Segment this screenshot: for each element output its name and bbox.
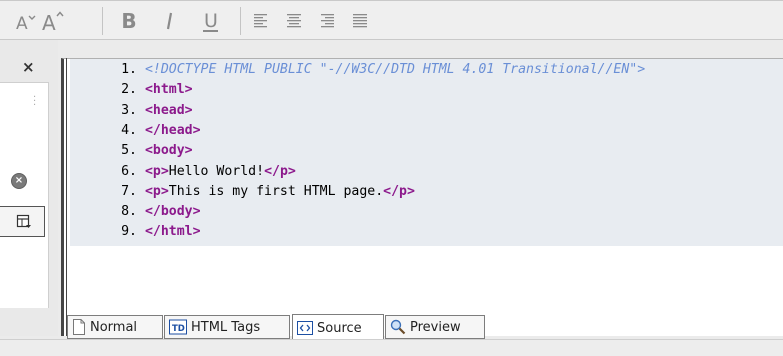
tab-html-tags-label: HTML Tags (191, 319, 261, 335)
svg-text:U: U (204, 10, 218, 32)
align-right-icon (321, 14, 334, 28)
html-tag-token: </p> (383, 183, 415, 199)
line-number: 6. (121, 163, 137, 179)
html-tag-token: </html> (144, 224, 201, 240)
underline-icon: U (203, 10, 218, 32)
td-tag-icon: TD (169, 319, 187, 335)
document-icon (72, 319, 86, 335)
toolbar-separator (240, 7, 241, 35)
tab-html-tags[interactable]: TD HTML Tags (164, 315, 290, 339)
doctype-token: <!DOCTYPE HTML PUBLIC "-//W3C//DTD HTML … (144, 62, 646, 77)
align-center-icon (287, 14, 301, 28)
tab-normal-label: Normal (90, 319, 138, 335)
html-tag-token: <p> (144, 183, 169, 199)
bold-button[interactable]: B (119, 6, 139, 36)
line-number: 4. (121, 122, 137, 138)
increase-font-size-button[interactable]: A (40, 6, 66, 36)
line-number: 5. (121, 143, 137, 159)
text-token: This is my first HTML page. (168, 183, 384, 199)
table-options-button[interactable] (0, 206, 45, 237)
bold-icon: B (121, 9, 137, 33)
align-left-icon (254, 14, 267, 28)
code-line[interactable]: 2. <html> (70, 82, 193, 98)
stop-icon[interactable]: × (11, 173, 27, 189)
svg-text:A: A (16, 14, 28, 32)
line-number: 7. (121, 183, 137, 199)
tab-source[interactable]: Source (292, 314, 384, 341)
html-tag-token: </head> (144, 122, 201, 138)
toolbar-separator (102, 7, 103, 35)
align-right-button[interactable] (316, 6, 338, 36)
html-tag-token: <p> (144, 163, 169, 179)
increase-font-icon: A (42, 11, 64, 33)
underline-button[interactable]: U (200, 6, 222, 36)
tab-preview[interactable]: Preview (385, 315, 485, 339)
html-tag-token: </p> (264, 163, 296, 179)
text-token: Hello World! (168, 163, 265, 179)
line-number: 3. (121, 102, 137, 118)
code-line[interactable]: 1. <!DOCTYPE HTML PUBLIC "-//W3C//DTD HT… (70, 62, 645, 78)
code-line[interactable]: 7. <p>This is my first HTML page.</p> (70, 184, 415, 200)
code-line[interactable]: 4. </head> (70, 122, 201, 139)
svg-text:TD: TD (172, 324, 185, 334)
justify-button[interactable] (349, 6, 371, 36)
italic-button[interactable] (160, 6, 180, 36)
code-line[interactable]: 8. </body> (70, 204, 201, 220)
resize-grip-icon[interactable]: · · · (33, 93, 36, 111)
svg-text:A: A (42, 11, 56, 33)
line-number: 9. (121, 224, 137, 240)
code-line[interactable]: 6. <p>Hello World!</p> (70, 164, 296, 180)
line-number: 8. (121, 204, 137, 220)
code-line[interactable]: 9. </html> (70, 224, 201, 240)
close-icon[interactable]: × (22, 58, 35, 76)
code-area[interactable]: 1. <!DOCTYPE HTML PUBLIC "-//W3C//DTD HT… (70, 59, 783, 246)
tab-normal[interactable]: Normal (67, 315, 163, 339)
tab-preview-label: Preview (410, 319, 461, 335)
line-number: 1. (121, 62, 137, 77)
code-line[interactable]: 5. <body> (70, 143, 193, 159)
magnifier-icon (390, 319, 406, 335)
html-tag-token: <body> (144, 143, 193, 159)
tab-source-label: Source (317, 320, 362, 336)
code-brackets-icon (297, 321, 313, 335)
html-tag-token: </body> (144, 204, 201, 220)
decrease-font-icon: A (16, 14, 36, 32)
side-panel-body (0, 82, 49, 308)
html-tag-token: <head> (144, 102, 193, 118)
editor-gutter-border (66, 58, 67, 336)
line-number: 2. (121, 82, 137, 98)
justify-icon (353, 14, 367, 28)
italic-icon (166, 12, 173, 30)
code-line[interactable]: 3. <head> (70, 102, 193, 119)
html-tag-token: <html> (144, 82, 193, 98)
table-icon (16, 214, 31, 228)
align-left-button[interactable] (250, 6, 272, 36)
align-center-button[interactable] (283, 6, 305, 36)
format-toolbar: A A B U (0, 0, 783, 40)
decrease-font-size-button[interactable]: A (14, 6, 36, 36)
status-bar (0, 339, 783, 356)
view-tabs: Normal TD HTML Tags Source Preview (61, 310, 783, 341)
